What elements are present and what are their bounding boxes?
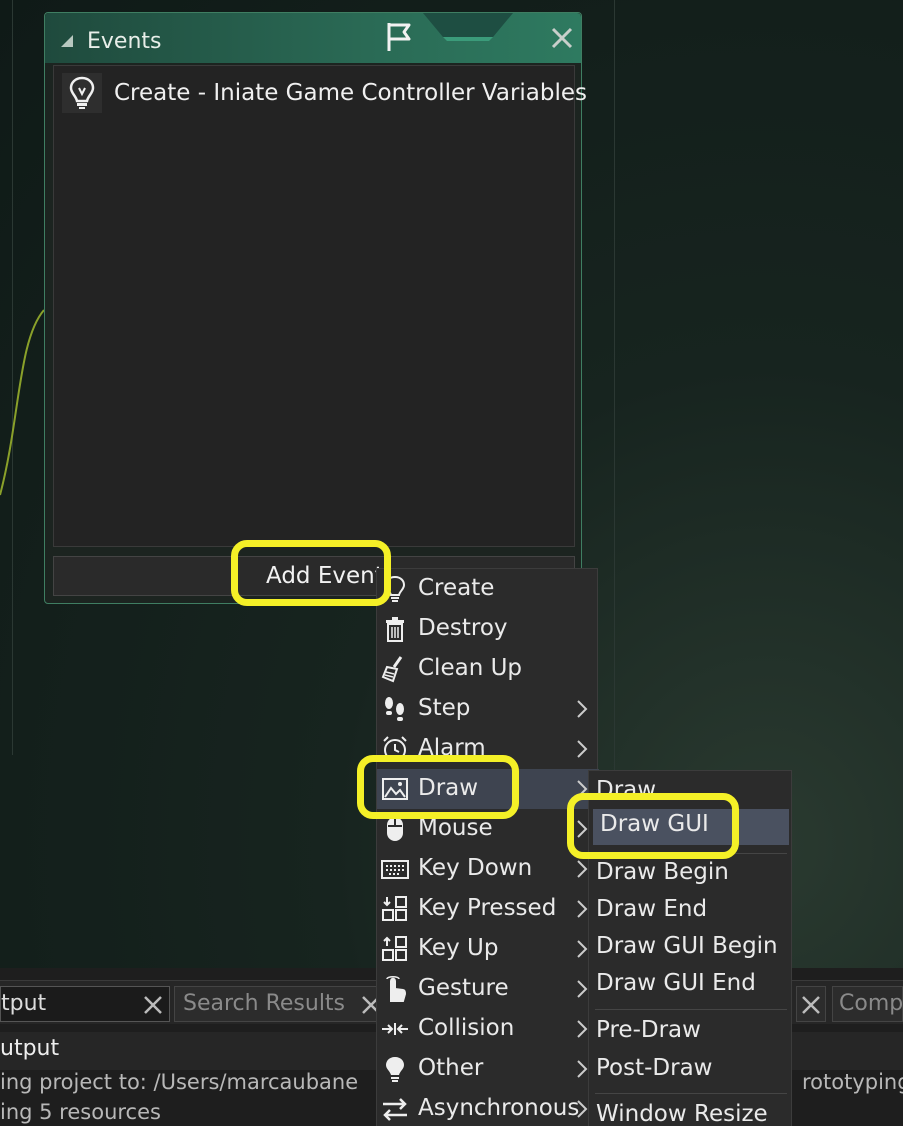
event-label: Create - Iniate Game Controller Variable… [114, 80, 588, 106]
menu-item-other[interactable]: Other [377, 1049, 599, 1089]
submenu-item-label: Draw GUI Begin [596, 933, 778, 959]
tab-compile[interactable]: Comp [832, 986, 903, 1022]
window-notch-decoration [423, 13, 513, 41]
highlight-draw-gui [567, 793, 739, 859]
menu-item-create[interactable]: Create [377, 569, 599, 609]
menu-item-label: Step [418, 695, 471, 721]
key-up-icon [382, 936, 407, 961]
events-window-header[interactable]: Events [45, 13, 581, 63]
chevron-right-icon [577, 700, 588, 718]
highlight-draw [357, 755, 519, 819]
output-title: utput [0, 1036, 60, 1061]
menu-item-label: Collision [418, 1015, 515, 1041]
tab-unnamed[interactable] [796, 986, 826, 1022]
highlight-add-event [231, 540, 391, 606]
menu-item-label: Clean Up [418, 655, 523, 681]
submenu-item-label: Post-Draw [596, 1055, 713, 1081]
broom-icon [381, 656, 403, 683]
other-bulb-icon [386, 1057, 404, 1082]
submenu-item-label: Pre-Draw [596, 1017, 701, 1043]
submenu-item-draw-gui-end[interactable]: Draw GUI End [589, 968, 793, 1004]
close-icon[interactable] [801, 995, 821, 1015]
menu-item-asynchronous[interactable]: Asynchronous [377, 1089, 599, 1126]
menu-item-key-pressed[interactable]: Key Pressed [377, 889, 599, 929]
key-pressed-icon [382, 896, 407, 921]
submenu-separator [595, 1009, 787, 1010]
mouse-icon [387, 817, 403, 841]
menu-item-collision[interactable]: Collision [377, 1009, 599, 1049]
menu-item-key-down[interactable]: Key Down [377, 849, 599, 889]
keyboard-icon [381, 860, 409, 879]
submenu-item-post-draw[interactable]: Post-Draw [589, 1053, 793, 1089]
flag-icon[interactable] [385, 21, 417, 53]
submenu-item-label: Draw GUI End [596, 970, 756, 996]
chevron-right-icon [577, 740, 588, 758]
chevron-right-icon [577, 940, 588, 958]
menu-item-label: Other [418, 1055, 484, 1081]
menu-item-label: Asynchronous [418, 1095, 580, 1121]
log-line: ing 5 resources [0, 1100, 161, 1124]
close-icon[interactable] [551, 27, 573, 49]
chevron-right-icon [577, 980, 588, 998]
chevron-right-icon [577, 1100, 588, 1118]
log-line: ing project to: /Users/marcaubane [0, 1070, 359, 1094]
menu-item-clean-up[interactable]: Clean Up [377, 649, 599, 689]
collision-arrows-icon [382, 1023, 408, 1035]
submenu-item-label: Draw End [596, 896, 708, 922]
background-divider [614, 0, 615, 780]
gesture-hand-icon [386, 976, 407, 1002]
lightbulb-icon [62, 73, 102, 113]
submenu-item-draw-begin[interactable]: Draw Begin [589, 857, 793, 893]
menu-item-label: Gesture [418, 975, 509, 1001]
submenu-item-pre-draw[interactable]: Pre-Draw [589, 1015, 793, 1051]
menu-item-label: Key Down [418, 855, 533, 881]
menu-item-key-up[interactable]: Key Up [377, 929, 599, 969]
log-line: rototyping [802, 1070, 903, 1094]
collapse-triangle-icon[interactable] [61, 35, 73, 47]
tab-output[interactable]: tput [0, 986, 170, 1022]
menu-item-label: Key Pressed [418, 895, 557, 921]
menu-item-destroy[interactable]: Destroy [377, 609, 599, 649]
submenu-item-window-resize[interactable]: Window Resize [589, 1099, 793, 1126]
event-list: Create - Iniate Game Controller Variable… [53, 65, 587, 547]
event-list-item[interactable]: Create - Iniate Game Controller Variable… [62, 72, 587, 114]
swap-arrows-icon [383, 1098, 407, 1121]
chevron-right-icon [577, 900, 588, 918]
tab-label: tput [1, 991, 47, 1016]
menu-item-label: Key Up [418, 935, 499, 961]
trash-icon [386, 617, 404, 642]
events-window: Events Create - Iniate Game Controller V… [44, 12, 587, 604]
footsteps-icon [385, 697, 404, 721]
menu-item-step[interactable]: Step [377, 689, 599, 729]
submenu-separator [595, 1093, 787, 1094]
background-path-line [0, 309, 45, 496]
chevron-right-icon [577, 1060, 588, 1078]
menu-item-label: Destroy [418, 615, 508, 641]
tab-search-results[interactable]: Search Results [174, 986, 384, 1022]
add-event-menu: Create Destroy Clean Up Step Alarm Draw … [376, 568, 599, 1126]
window-title: Events [87, 29, 162, 54]
submenu-item-label: Draw Begin [596, 859, 729, 885]
chevron-right-icon [577, 860, 588, 878]
submenu-item-draw-end[interactable]: Draw End [589, 894, 793, 930]
close-icon[interactable] [143, 995, 163, 1015]
submenu-item-label: Window Resize [596, 1101, 768, 1126]
tab-label: Comp [839, 991, 903, 1016]
chevron-right-icon [577, 1020, 588, 1038]
menu-item-gesture[interactable]: Gesture [377, 969, 599, 1009]
menu-item-label: Create [418, 575, 495, 601]
submenu-item-draw-gui-begin[interactable]: Draw GUI Begin [589, 931, 793, 967]
tab-label: Search Results [183, 991, 346, 1016]
